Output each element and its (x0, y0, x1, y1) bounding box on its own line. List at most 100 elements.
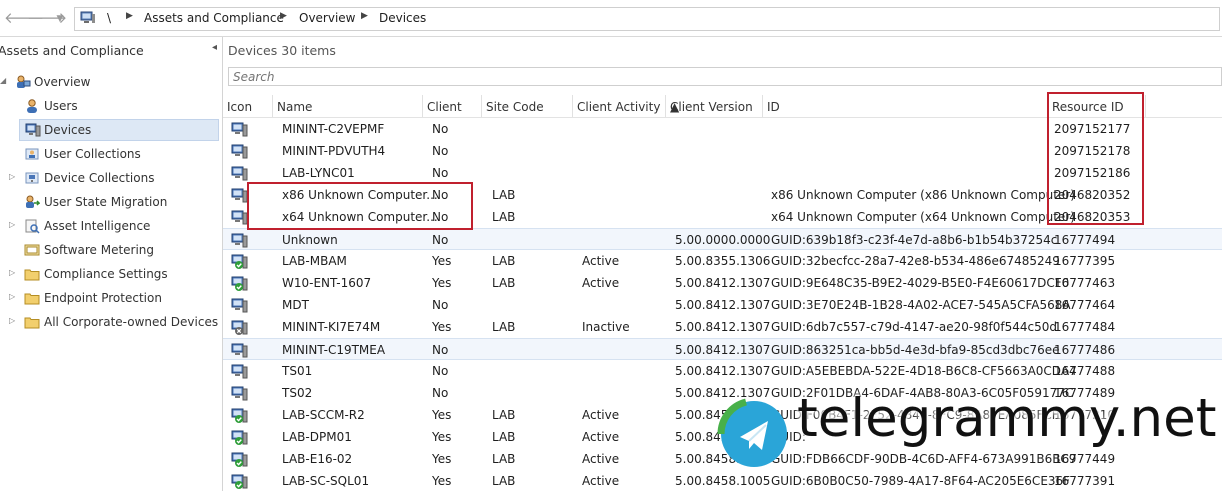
cell-resource-id: 16777488 (1054, 364, 1116, 378)
nav-item-label: Devices (44, 123, 92, 137)
column-header-site-code[interactable]: Site Code (482, 95, 573, 117)
annotation-box-resource-id (1047, 92, 1144, 225)
nav-item-all-corporate-owned-devices[interactable]: ▷ All Corporate-owned Devices (0, 311, 221, 333)
nav-item-device-collections[interactable]: ▷ Device Collections (0, 167, 221, 189)
computer-icon (231, 386, 248, 401)
column-header-icon[interactable]: Icon (223, 95, 273, 117)
table-row[interactable]: MININT-KI7E74M Yes LAB Inactive 5.00.8412.13… (223, 316, 1222, 338)
cell-id: GUID:9E648C35-B9E2-4029-B5E0-F4E60617DCF… (771, 276, 1070, 290)
history-dropdown-icon[interactable]: ▼ (51, 10, 69, 28)
nav-item-endpoint-protection[interactable]: ▷ Endpoint Protection (0, 287, 221, 309)
expand-arrow-icon[interactable]: ▷ (9, 172, 15, 181)
nav-item-label: Endpoint Protection (44, 291, 162, 305)
column-header-client-activity[interactable]: Client Activity (573, 95, 666, 117)
cell-client: Yes (432, 254, 452, 268)
cell-client: Yes (432, 408, 452, 422)
cell-site-code: LAB (492, 254, 516, 268)
nav-item-devices[interactable]: Devices (19, 119, 219, 141)
cell-client-activity: Active (582, 276, 620, 290)
cell-name: MININT-C2VEPMF (282, 122, 385, 136)
nav-item-users[interactable]: Users (0, 95, 221, 117)
cell-client: No (432, 386, 449, 400)
collapse-pane-icon[interactable]: ◂ (212, 42, 217, 53)
nav-item-overview[interactable]: ◢ Overview (0, 71, 221, 93)
computer-check-icon (231, 408, 248, 423)
breadcrumb-assets[interactable]: Assets and Compliance (144, 11, 284, 25)
computer-check-icon (231, 474, 248, 489)
nav-item-user-collections[interactable]: User Collections (0, 143, 221, 165)
computer-icon (231, 210, 248, 225)
watermark-text: telegrammy.net (797, 388, 1217, 449)
cell-site-code: LAB (492, 188, 516, 202)
collapse-arrow-icon[interactable]: ◢ (0, 76, 6, 85)
cell-site-code: LAB (492, 276, 516, 290)
cell-name: LAB-DPM01 (282, 430, 352, 444)
forward-arrow-icon[interactable]: 🡒 (27, 9, 67, 27)
cell-resource-id: 16777464 (1054, 298, 1116, 312)
cell-id: GUID:6db7c557-c79d-4147-ae20-98f0f544c50… (771, 320, 1058, 334)
expand-arrow-icon[interactable]: ▷ (9, 220, 15, 229)
page-title: Devices 30 items (228, 43, 336, 58)
cell-client-activity: Active (582, 474, 620, 488)
cell-client: No (432, 364, 449, 378)
cell-name: LAB-SC-SQL01 (282, 474, 370, 488)
users-icon (27, 99, 37, 113)
cell-client: Yes (432, 452, 452, 466)
cell-client: No (432, 343, 449, 357)
cell-resource-id: 16777486 (1054, 343, 1116, 357)
cell-name: LAB-SCCM-R2 (282, 408, 365, 422)
expand-arrow-icon[interactable]: ▷ (9, 292, 15, 301)
cell-client: No (432, 144, 449, 158)
breadcrumb[interactable]: \ ▶ Assets and Compliance ▶ Overview ▶ D… (74, 7, 1220, 31)
table-row[interactable]: Unknown No 5.00.0000.0000 GUID:639b18f3-c23… (223, 228, 1222, 250)
cell-site-code: LAB (492, 408, 516, 422)
table-row[interactable]: LAB-MBAM Yes LAB Active 5.00.8355.1306 GUID:3… (223, 250, 1222, 272)
navigation-title: Assets and Compliance (0, 43, 144, 58)
breadcrumb-devices[interactable]: Devices (379, 11, 426, 25)
navigation-header: Assets and Compliance ◂ (0, 37, 222, 64)
nav-item-label: User State Migration (44, 195, 168, 209)
cell-client: No (432, 233, 449, 247)
telegram-logo-icon (717, 398, 787, 467)
search-box[interactable] (228, 67, 1222, 86)
chevron-right-icon[interactable]: ▶ (361, 11, 368, 21)
table-row[interactable]: TS01 No 5.00.8412.1307 GUID:A5EBEBDA-522E-4… (223, 360, 1222, 382)
computer-icon (231, 122, 248, 137)
nav-item-label: Compliance Settings (44, 267, 168, 281)
cell-client-activity: Inactive (582, 320, 630, 334)
table-row[interactable]: MDT No 5.00.8412.1307 GUID:3E70E24B-1B28-4A… (223, 294, 1222, 316)
nav-item-user-state-migration[interactable]: User State Migration (0, 191, 221, 213)
user-collections-icon (25, 148, 39, 160)
nav-item-compliance-settings[interactable]: ▷ Compliance Settings (0, 263, 221, 285)
cell-id: x64 Unknown Computer (x64 Unknown Comput… (771, 210, 1075, 224)
cell-client: No (432, 166, 449, 180)
chevron-right-icon[interactable]: ▶ (280, 11, 287, 21)
back-arrow-icon[interactable]: 🡐 (4, 9, 44, 27)
address-bar: 🡐 🡒 ▼ \ ▶ Assets and Compliance ▶ Overvi… (0, 0, 1222, 37)
cell-id: GUID:A5EBEBDA-522E-4D18-B6C8-CF5663A0CDA… (771, 364, 1077, 378)
nav-item-software-metering[interactable]: Software Metering (0, 239, 221, 261)
table-row[interactable]: W10-ENT-1607 Yes LAB Active 5.00.8412.1307 GU… (223, 272, 1222, 294)
cell-client-activity: Active (582, 452, 620, 466)
computer-check-icon (231, 276, 248, 291)
breadcrumb-overview[interactable]: Overview (299, 11, 356, 25)
search-input[interactable] (229, 68, 1197, 85)
nav-item-asset-intelligence[interactable]: ▷ Asset Intelligence (0, 215, 221, 237)
expand-arrow-icon[interactable]: ▷ (9, 316, 15, 325)
nav-item-label: User Collections (44, 147, 141, 161)
expand-arrow-icon[interactable]: ▷ (9, 268, 15, 277)
cell-resource-id: 16777395 (1054, 254, 1116, 268)
column-header-name[interactable]: Name (273, 95, 423, 117)
chevron-right-icon[interactable]: ▶ (126, 11, 133, 21)
nav-item-label: All Corporate-owned Devices (44, 315, 219, 329)
table-row[interactable]: MININT-C19TMEA No 5.00.8412.1307 GUID:86325… (223, 338, 1222, 360)
cell-site-code: LAB (492, 430, 516, 444)
computer-icon (231, 188, 248, 203)
breadcrumb-root[interactable]: \ (107, 11, 111, 25)
nav-item-label: Device Collections (44, 171, 155, 185)
cell-name: MININT-PDVUTH4 (282, 144, 386, 158)
column-header-id[interactable]: ID (763, 95, 1048, 117)
column-header-client[interactable]: Client (423, 95, 482, 117)
cell-name: LAB-LYNC01 (282, 166, 355, 180)
column-header-client-version[interactable]: ▲ Client Version (666, 95, 763, 117)
